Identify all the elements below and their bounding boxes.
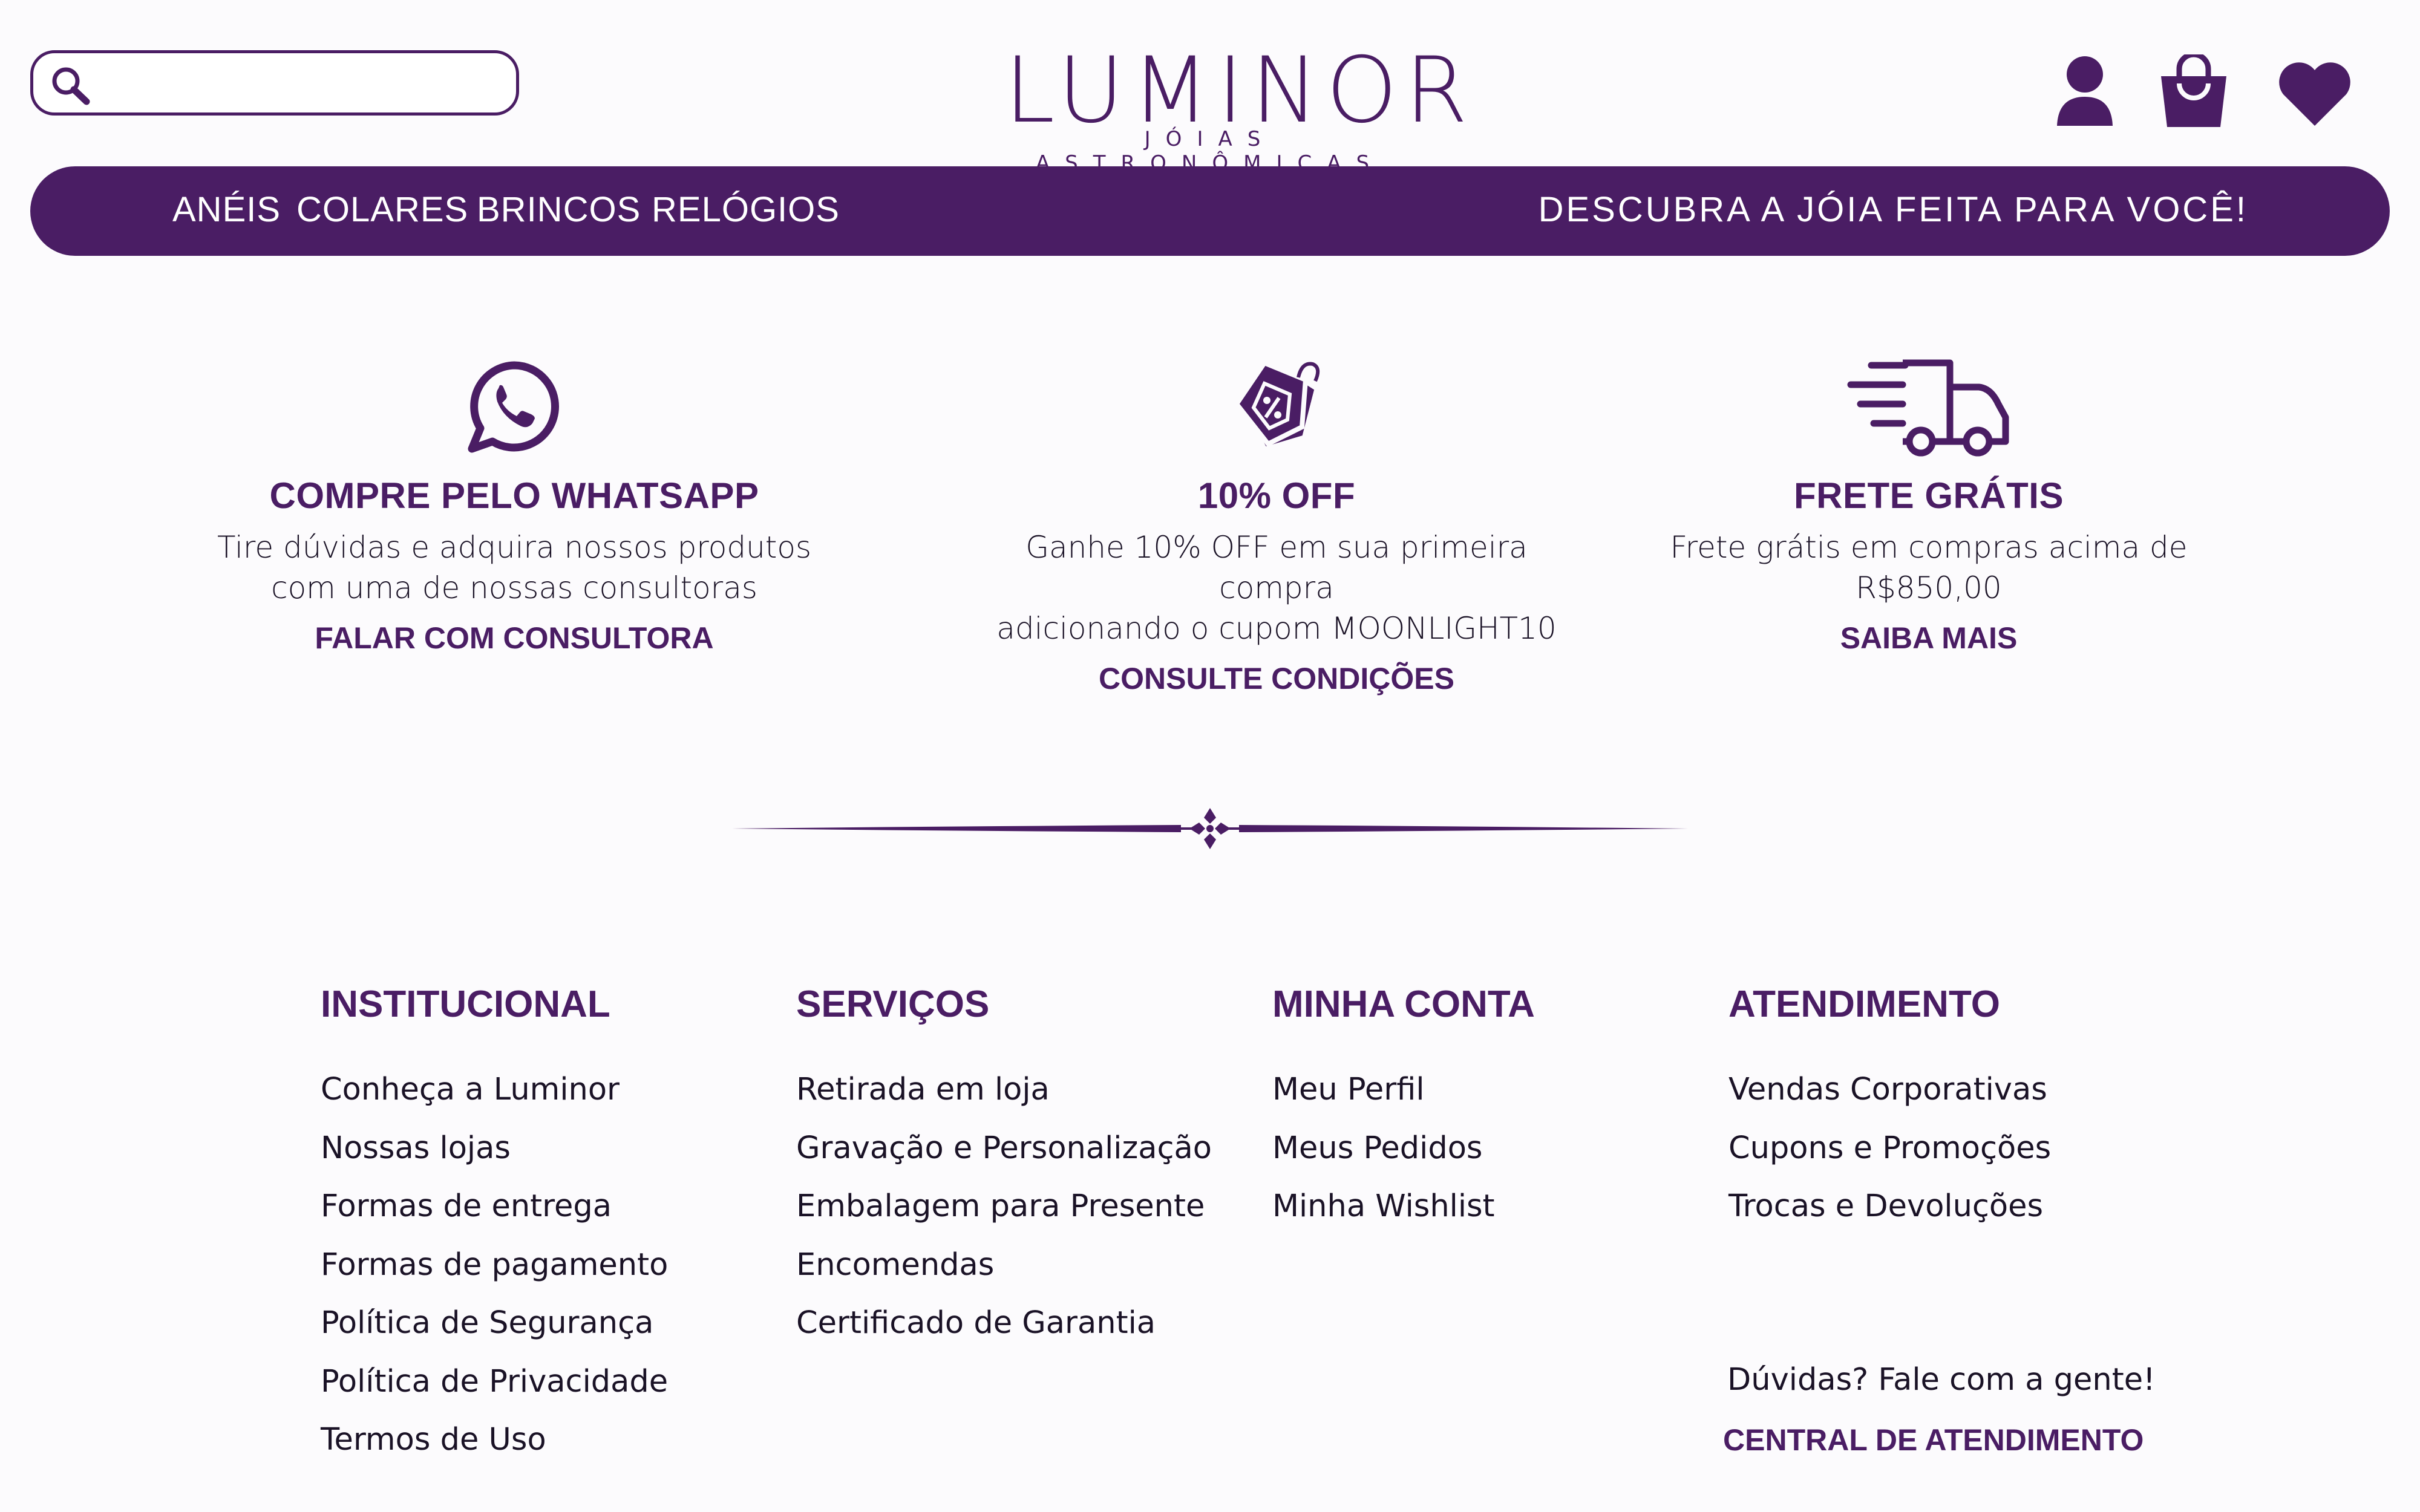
feature-free-shipping: FRETE GRÁTIS Frete grátis em compras aci… [1626, 357, 2231, 656]
search-input[interactable] [30, 50, 519, 116]
footer-link[interactable]: Gravação e Personalização [796, 1119, 1212, 1178]
check-conditions-link[interactable]: CONSULTE CONDIÇÕES [1099, 661, 1454, 696]
feature-whatsapp: COMPRE PELO WHATSAPP Tire dúvidas e adqu… [212, 357, 817, 656]
footer-link[interactable]: Política de Segurança [321, 1294, 668, 1353]
discount-tag-icon [1234, 360, 1320, 448]
feature-text-line1: Ganhe 10% OFF em sua primeira compra [1025, 530, 1528, 605]
feature-title: FRETE GRÁTIS [1793, 475, 2064, 516]
footer-link[interactable]: Política de Privacidade [321, 1353, 668, 1412]
footer-link[interactable]: Embalagem para Presente [796, 1178, 1212, 1236]
footer-column-title: INSTITUCIONAL [321, 983, 610, 1025]
learn-more-link[interactable]: SAIBA MAIS [1840, 621, 2018, 656]
feature-discount: 10% OFF Ganhe 10% OFF em sua primeira co… [974, 357, 1579, 696]
nav-item-relogios[interactable]: RELÓGIOS [652, 189, 840, 230]
footer-column-title: MINHA CONTA [1272, 983, 1535, 1025]
main-nav: ANÉIS COLARES BRINCOS RELÓGIOS DESCUBRA … [30, 166, 2390, 256]
ornamental-divider [732, 808, 1688, 849]
feature-text-line1: Frete grátis em compras acima de [1670, 530, 2188, 565]
help-center-link[interactable]: CENTRAL DE ATENDIMENTO [1723, 1422, 2144, 1458]
nav-item-colares[interactable]: COLARES [296, 189, 468, 230]
search-icon [52, 67, 90, 105]
footer-link[interactable]: Meus Pedidos [1272, 1119, 1535, 1178]
footer-link[interactable]: Termos de Uso [321, 1411, 668, 1470]
feature-text-line2: adicionando o cupom MOONLIGHT10 [996, 611, 1557, 646]
heart-icon[interactable] [2277, 60, 2352, 127]
delivery-truck-icon [1847, 359, 2009, 457]
feature-text-line2: R$850,00 [1856, 570, 2002, 605]
nav-item-aneis[interactable]: ANÉIS [172, 189, 281, 230]
footer-link[interactable]: Minha Wishlist [1272, 1178, 1535, 1236]
footer-link[interactable]: Cupons e Promoções [1728, 1119, 2051, 1178]
footer-link[interactable]: Formas de entrega [321, 1178, 668, 1236]
whatsapp-icon [468, 361, 559, 453]
help-text: Dúvidas? Fale com a gente! [1727, 1362, 2156, 1398]
footer-link[interactable]: Formas de pagamento [321, 1236, 668, 1295]
footer-link[interactable]: Nossas lojas [321, 1119, 668, 1178]
footer-column-institucional: INSTITUCIONAL Conheça a Luminor Nossas l… [321, 983, 668, 1470]
shopping-bag-icon[interactable] [2159, 54, 2229, 129]
brand-logo[interactable]: LUMINOR JÓIAS ASTRONÔMICAS [1004, 38, 1476, 175]
footer-link[interactable]: Conheça a Luminor [321, 1061, 668, 1119]
search-field[interactable] [106, 65, 495, 103]
footer-link[interactable]: Meu Perfil [1272, 1061, 1535, 1119]
feature-title: COMPRE PELO WHATSAPP [269, 475, 759, 516]
footer-link[interactable]: Trocas e Devoluções [1728, 1178, 2051, 1236]
footer-column-title: SERVIÇOS [796, 983, 990, 1025]
brand-name: LUMINOR [1004, 38, 1476, 143]
footer-column-minha-conta: MINHA CONTA Meu Perfil Meus Pedidos Minh… [1272, 983, 1535, 1236]
footer-column-atendimento: ATENDIMENTO Vendas Corporativas Cupons e… [1728, 983, 2051, 1236]
user-icon[interactable] [2056, 54, 2114, 127]
talk-to-consultant-link[interactable]: FALAR COM CONSULTORA [315, 621, 713, 656]
footer-link[interactable]: Encomendas [796, 1236, 1212, 1295]
footer-column-servicos: SERVIÇOS Retirada em loja Gravação e Per… [796, 983, 1212, 1353]
feature-title: 10% OFF [1197, 475, 1356, 516]
feature-text-line2: com uma de nossas consultoras [271, 570, 757, 605]
nav-item-brincos[interactable]: BRINCOS [477, 189, 641, 230]
feature-text-line1: Tire dúvidas e adquira nossos produtos [217, 530, 812, 565]
footer-link[interactable]: Vendas Corporativas [1728, 1061, 2051, 1119]
footer-link[interactable]: Retirada em loja [796, 1061, 1212, 1119]
nav-promo-text[interactable]: DESCUBRA A JÓIA FEITA PARA VOCÊ! [1539, 189, 2248, 230]
footer-column-title: ATENDIMENTO [1728, 983, 2000, 1025]
footer-link[interactable]: Certificado de Garantia [796, 1294, 1212, 1353]
